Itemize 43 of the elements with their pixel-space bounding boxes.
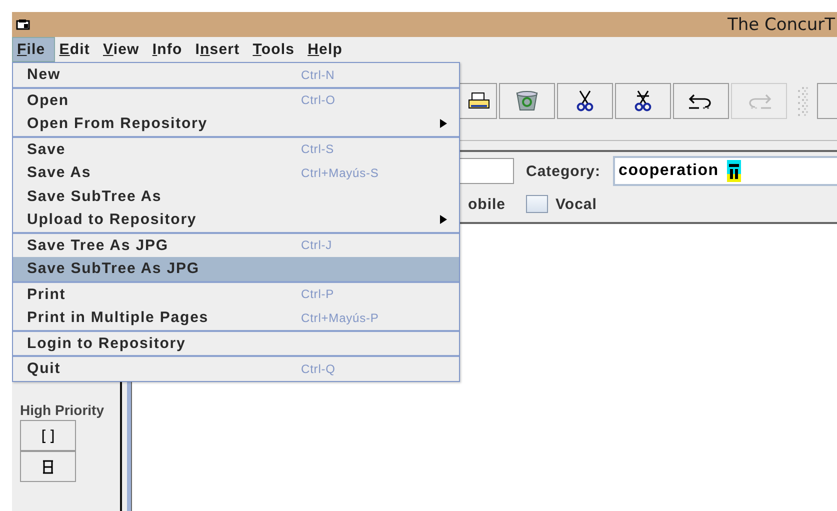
menu-item[interactable]: Help <box>304 37 352 62</box>
menu-item[interactable]: Save Tree As JPG Ctrl-J <box>13 234 459 257</box>
shortcut-label: Ctrl+Mayús-P <box>301 310 379 325</box>
grip-handle[interactable] <box>795 86 809 116</box>
menu-item[interactable]: Info <box>148 37 192 62</box>
shortcut-label: Ctrl-N <box>301 68 335 82</box>
window-title: The ConcurT <box>727 14 835 34</box>
menu-item[interactable]: Upload to Repository <box>13 208 459 232</box>
app-icon <box>16 19 30 30</box>
menu-item[interactable]: Tools <box>248 37 304 62</box>
priority-button[interactable]: [] <box>20 420 76 451</box>
shortcut-label: Ctrl-S <box>301 142 334 156</box>
menu-item[interactable]: Save SubTree As <box>13 184 459 208</box>
menu-item[interactable]: View <box>99 37 148 62</box>
menu-item[interactable]: Save SubTree As JPG <box>13 257 459 280</box>
shortcut-label: Ctrl-P <box>301 287 334 302</box>
scissors-icon[interactable] <box>615 83 671 119</box>
priority-label: High Priority <box>20 402 106 418</box>
menu-item[interactable]: Print in Multiple Pages Ctrl+Mayús-P <box>13 306 459 330</box>
undo-icon[interactable] <box>673 83 729 119</box>
shortcut-label: Ctrl-Q <box>301 362 336 376</box>
menu-item[interactable]: Insert <box>191 37 249 62</box>
menu-item[interactable]: File <box>12 37 56 62</box>
shortcut-label: Ctrl+Mayús-S <box>301 166 379 180</box>
menu-item[interactable]: New Ctrl-N <box>13 63 459 86</box>
recycle-bin-icon[interactable] <box>499 83 555 119</box>
checkbox-label: obile <box>468 196 506 212</box>
menu-item[interactable]: Edit <box>55 37 99 62</box>
vocal-checkbox[interactable]: Vocal <box>526 195 597 213</box>
menu-item[interactable]: Print Ctrl-P <box>13 282 459 306</box>
menu-item[interactable]: Save Ctrl-S <box>13 138 459 161</box>
shortcut-label: Ctrl-J <box>301 238 332 252</box>
menu-item[interactable]: Login to Repository <box>13 332 459 355</box>
bracket-bar-icon <box>42 460 54 474</box>
priority-button[interactable] <box>20 451 76 482</box>
menu-item[interactable]: Open From Repository <box>13 112 459 136</box>
menu-item[interactable]: Save As Ctrl+Mayús-S <box>13 161 459 184</box>
cut-icon[interactable] <box>557 83 613 119</box>
menu-item[interactable]: Quit Ctrl-Q <box>13 357 459 380</box>
category-combo-box[interactable]: cooperation <box>612 156 837 186</box>
menu-item[interactable]: Open Ctrl-O <box>13 88 459 112</box>
shortcut-label: Ctrl-O <box>301 93 336 108</box>
category-label: Category: <box>526 162 601 180</box>
